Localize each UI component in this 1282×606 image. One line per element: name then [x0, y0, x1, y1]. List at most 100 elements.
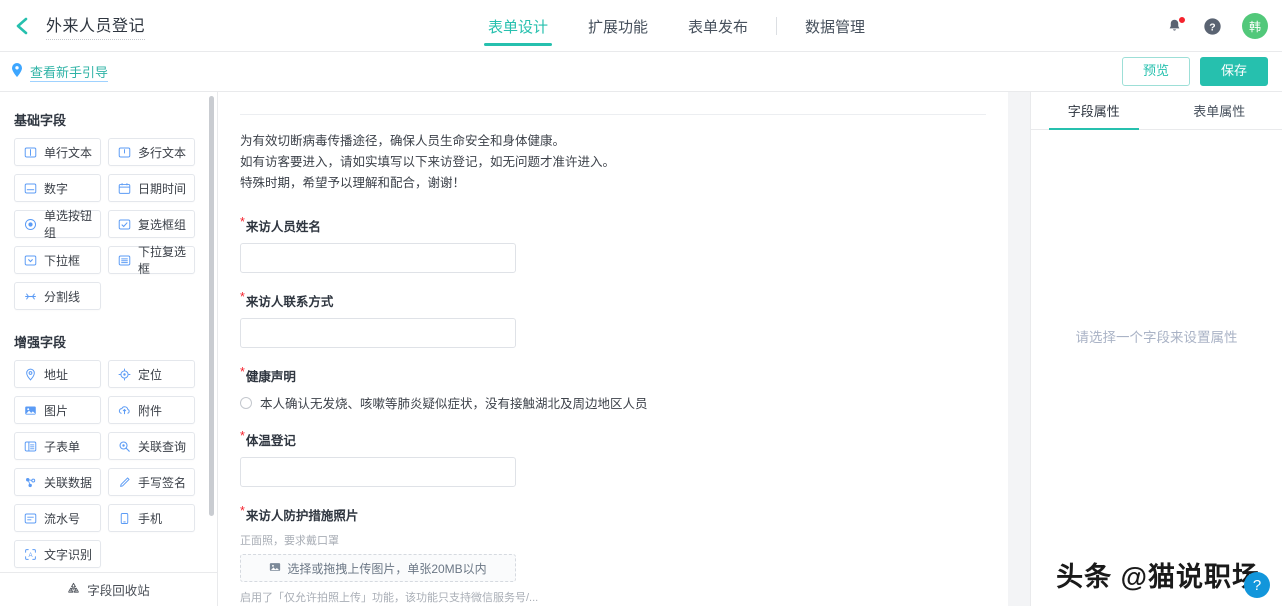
form-field-temperature[interactable]: * 体温登记	[240, 430, 986, 487]
upload-cloud-icon	[118, 404, 131, 417]
form-field-protection-photo[interactable]: * 来访人防护措施照片 正面照，要求戴口罩 选择或拖拽上传图片，单张20MB以内…	[240, 505, 986, 605]
radio-button-icon[interactable]	[240, 397, 252, 409]
required-marker: *	[240, 505, 245, 518]
bell-icon[interactable]	[1166, 18, 1183, 35]
field-label-text: 来访人防护措施照片	[246, 505, 359, 524]
tab-data-management[interactable]: 数据管理	[785, 0, 885, 52]
palette-basic-field-4[interactable]: 日期时间	[108, 174, 195, 202]
header-actions: ? 韩	[1166, 0, 1268, 52]
palette-basic-field-9[interactable]: 分割线	[14, 282, 101, 310]
avatar[interactable]: 韩	[1242, 13, 1268, 39]
image-icon	[269, 561, 281, 576]
dropdown-icon	[24, 254, 37, 267]
page-title[interactable]: 外来人员登记	[46, 12, 145, 40]
upload-hint-below: 启用了「仅允许拍照上传」功能，该功能只支持微信服务号/...	[240, 589, 986, 605]
field-chip-label: 图片	[44, 402, 68, 419]
tab-extensions[interactable]: 扩展功能	[568, 0, 668, 52]
temperature-input[interactable]	[240, 457, 516, 487]
palette-basic-field-5[interactable]: 单选按钮组	[14, 210, 101, 238]
tab-field-properties[interactable]: 字段属性	[1031, 92, 1157, 129]
form-canvas[interactable]: 为有效切断病毒传播途径，确保人员生命安全和身体健康。 如有访客要进入，请如实填写…	[218, 92, 1008, 606]
field-chip-label: 分割线	[44, 288, 80, 305]
field-chip-label: 附件	[138, 402, 162, 419]
tab-form-design[interactable]: 表单设计	[468, 0, 568, 52]
app-root: 外来人员登记 表单设计 扩展功能 表单发布 数据管理 ? 韩 查看新手引导	[0, 0, 1282, 606]
field-recycle-bin[interactable]: 字段回收站	[0, 572, 217, 606]
field-label-text: 体温登记	[246, 430, 296, 449]
pin-icon	[12, 63, 22, 80]
location-pin-icon	[24, 368, 37, 381]
link-data-icon	[24, 476, 37, 489]
photo-upload-button[interactable]: 选择或拖拽上传图片，单张20MB以内	[240, 554, 516, 582]
upload-hint-above: 正面照，要求戴口罩	[240, 532, 986, 548]
field-label-text: 来访人联系方式	[246, 291, 334, 310]
tab-form-publish[interactable]: 表单发布	[668, 0, 768, 52]
chevron-left-icon[interactable]	[12, 16, 32, 36]
preview-button[interactable]: 预览	[1122, 57, 1190, 86]
field-chip-label: 多行文本	[138, 144, 186, 161]
palette-enhanced-field-10[interactable]: 手机	[108, 504, 195, 532]
field-label: * 来访人联系方式	[240, 291, 986, 310]
palette-basic-field-3[interactable]: 数字	[14, 174, 101, 202]
recycle-icon	[67, 582, 80, 598]
form-field-visitor-name[interactable]: * 来访人员姓名	[240, 216, 986, 273]
image-icon	[24, 404, 37, 417]
visitor-contact-input[interactable]	[240, 318, 516, 348]
palette-basic-field-1[interactable]: 单行文本	[14, 138, 101, 166]
intro-line: 如有访客要进入，请如实填写以下来访登记，如无问题才准许进入。	[240, 152, 986, 173]
palette-enhanced-field-6[interactable]: 关联查询	[108, 432, 195, 460]
palette-basic-field-8[interactable]: 下拉复选框	[108, 246, 195, 274]
intro-line: 特殊时期，希望予以理解和配合，谢谢！	[240, 173, 986, 194]
palette-enhanced-field-1[interactable]: 地址	[14, 360, 101, 388]
workspace: 基础字段 单行文本多行文本数字日期时间单选按钮组复选框组下拉框下拉复选框分割线 …	[0, 92, 1282, 606]
svg-text:A: A	[28, 551, 33, 558]
palette-enhanced-field-8[interactable]: 手写签名	[108, 468, 195, 496]
notification-badge	[1178, 16, 1186, 24]
health-declaration-option[interactable]: 本人确认无发烧、咳嗽等肺炎疑似症状，没有接触湖北及周边地区人员	[240, 393, 986, 412]
field-chip-label: 下拉复选框	[138, 243, 194, 277]
divider-icon	[24, 290, 37, 303]
field-label: * 来访人防护措施照片	[240, 505, 986, 524]
single-line-text-icon	[24, 146, 37, 159]
palette-basic-field-6[interactable]: 复选框组	[108, 210, 195, 238]
enhanced-fields-title: 增强字段	[14, 332, 209, 351]
gps-target-icon	[118, 368, 131, 381]
tab-form-properties[interactable]: 表单属性	[1157, 92, 1282, 129]
field-chip-label: 复选框组	[138, 216, 186, 233]
palette-enhanced-field-4[interactable]: 附件	[108, 396, 195, 424]
link-search-icon	[118, 440, 131, 453]
field-chip-label: 单选按钮组	[44, 207, 100, 241]
palette-enhanced-field-9[interactable]: 流水号	[14, 504, 101, 532]
form-field-visitor-contact[interactable]: * 来访人联系方式	[240, 291, 986, 348]
palette-basic-field-2[interactable]: 多行文本	[108, 138, 195, 166]
palette-enhanced-field-2[interactable]: 定位	[108, 360, 195, 388]
properties-panel: 字段属性 表单属性 请选择一个字段来设置属性	[1030, 92, 1282, 606]
app-header: 外来人员登记 表单设计 扩展功能 表单发布 数据管理 ? 韩	[0, 0, 1282, 52]
field-label-text: 健康声明	[246, 366, 296, 385]
visitor-name-input[interactable]	[240, 243, 516, 273]
multi-line-text-icon	[118, 146, 131, 159]
field-chip-label: 手机	[138, 510, 162, 527]
help-circle-icon[interactable]: ?	[1203, 17, 1222, 36]
palette-enhanced-field-5[interactable]: 子表单	[14, 432, 101, 460]
field-chip-label: 数字	[44, 180, 68, 197]
nav-divider	[776, 17, 777, 35]
sub-toolbar: 查看新手引导 预览 保存	[0, 52, 1282, 92]
palette-enhanced-field-7[interactable]: 关联数据	[14, 468, 101, 496]
radio-option-label: 本人确认无发烧、咳嗽等肺炎疑似症状，没有接触湖北及周边地区人员	[260, 393, 648, 412]
form-field-health-declaration[interactable]: * 健康声明 本人确认无发烧、咳嗽等肺炎疑似症状，没有接触湖北及周边地区人员	[240, 366, 986, 412]
question-mark-icon[interactable]: ?	[1244, 572, 1270, 598]
form-canvas-area: 为有效切断病毒传播途径，确保人员生命安全和身体健康。 如有访客要进入，请如实填写…	[218, 92, 1030, 606]
required-marker: *	[240, 430, 245, 443]
mobile-phone-icon	[118, 512, 131, 525]
canvas-top-divider	[240, 114, 986, 115]
palette-enhanced-field-11[interactable]: A文字识别	[14, 540, 101, 568]
guide-link[interactable]: 查看新手引导	[12, 62, 108, 82]
palette-enhanced-field-3[interactable]: 图片	[14, 396, 101, 424]
save-button[interactable]: 保存	[1200, 57, 1268, 86]
field-palette: 基础字段 单行文本多行文本数字日期时间单选按钮组复选框组下拉框下拉复选框分割线 …	[0, 92, 218, 606]
svg-text:?: ?	[1209, 22, 1215, 33]
field-chip-label: 流水号	[44, 510, 80, 527]
palette-basic-field-7[interactable]: 下拉框	[14, 246, 101, 274]
palette-scrollbar[interactable]	[209, 96, 214, 516]
